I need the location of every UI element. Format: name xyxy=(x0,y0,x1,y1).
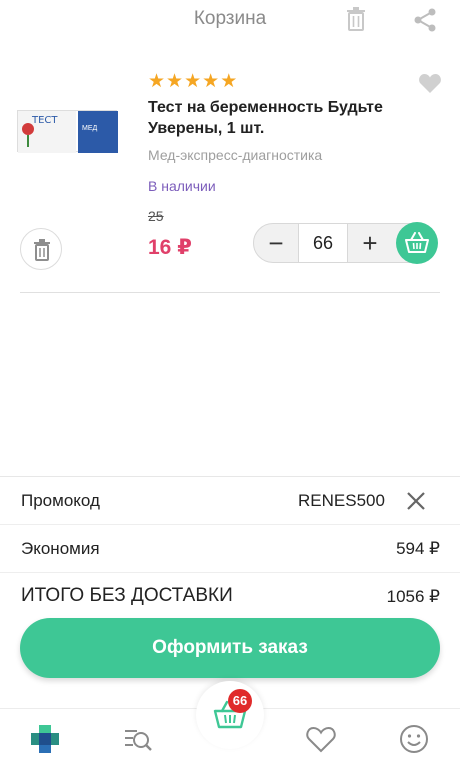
basket-icon xyxy=(405,232,429,253)
package-right xyxy=(78,111,118,153)
cart-item: ТЕСТ МЕД ★ ★ ★ ★ ★ Тест на беременность … xyxy=(0,60,460,294)
savings-value: 594 ₽ xyxy=(396,539,440,558)
home-cross-icon[interactable] xyxy=(29,723,61,755)
star-icon: ★ xyxy=(220,71,238,92)
decrease-button[interactable]: − xyxy=(254,224,298,262)
product-name[interactable]: Тест на беременность Будьте Уверены, 1 ш… xyxy=(148,97,418,139)
quantity-field[interactable]: 66 xyxy=(298,224,348,262)
favorite-heart-icon[interactable] xyxy=(418,72,442,94)
stock-status: В наличии xyxy=(148,178,216,194)
product-image[interactable]: ТЕСТ МЕД xyxy=(17,110,118,153)
star-icon: ★ xyxy=(148,71,166,92)
package-text: ТЕСТ xyxy=(32,115,58,126)
catalog-search-icon[interactable] xyxy=(122,723,154,755)
star-icon: ★ xyxy=(184,71,202,92)
page-title: Корзина xyxy=(193,8,267,29)
header: Корзина xyxy=(0,0,460,40)
old-price: 25 xyxy=(148,208,164,224)
profile-smile-icon[interactable] xyxy=(398,723,430,755)
order-summary: Промокод RENES500 Экономия 594 ₽ ИТОГО Б… xyxy=(0,476,460,626)
promo-code: RENES500 xyxy=(298,491,385,510)
divider xyxy=(20,292,440,293)
promo-label: Промокод xyxy=(21,491,100,510)
cart-tab[interactable] xyxy=(196,681,264,749)
trash-icon xyxy=(34,239,50,261)
share-icon[interactable] xyxy=(412,7,438,33)
cart-count-badge: 66 xyxy=(228,689,252,713)
remove-item-button[interactable] xyxy=(20,228,62,270)
savings-label: Экономия xyxy=(21,539,100,558)
promo-row: Промокод RENES500 xyxy=(0,477,460,525)
increase-button[interactable]: + xyxy=(348,224,392,262)
checkout-button[interactable]: Оформить заказ xyxy=(20,618,440,678)
star-icon: ★ xyxy=(202,71,220,92)
package-brand: МЕД xyxy=(82,125,98,132)
add-to-cart-button[interactable] xyxy=(396,222,438,264)
manufacturer: Мед-экспресс-диагностика xyxy=(148,147,323,163)
trash-icon[interactable] xyxy=(344,6,368,32)
rating-stars: ★ ★ ★ ★ ★ xyxy=(148,72,237,92)
heart-icon[interactable] xyxy=(305,723,337,755)
close-icon[interactable] xyxy=(404,489,428,513)
total-value: 1056 ₽ xyxy=(386,587,440,606)
total-label: ИТОГО БЕЗ ДОСТАВКИ xyxy=(21,585,233,606)
total-row: ИТОГО БЕЗ ДОСТАВКИ 1056 ₽ xyxy=(0,573,460,621)
savings-row: Экономия 594 ₽ xyxy=(0,525,460,573)
rose-stem xyxy=(27,135,29,147)
price: 16 ₽ xyxy=(148,236,192,259)
star-icon: ★ xyxy=(166,71,184,92)
